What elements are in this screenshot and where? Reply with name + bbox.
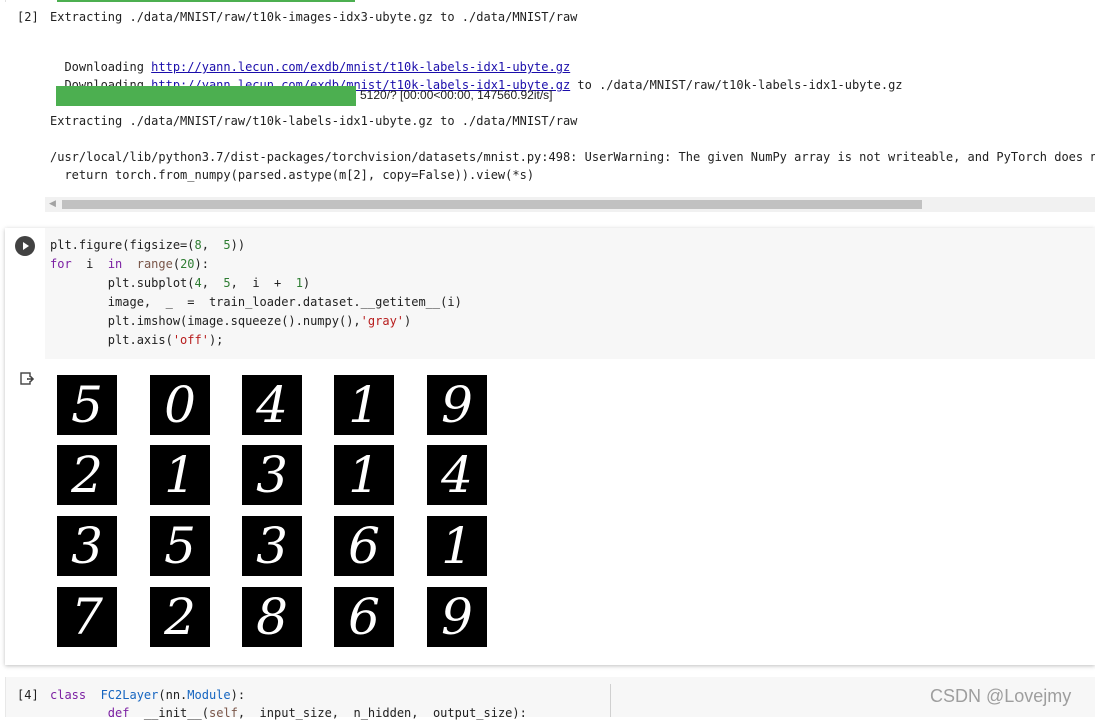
digit-image: 4 [427,445,487,505]
digit-label: 9 [441,588,473,646]
cell-execution-count: [2] [17,10,39,24]
code-line: image, _ = train_loader.dataset.__getite… [50,295,462,309]
chevron-left-icon[interactable]: ◀ [49,199,59,210]
digit-image: 1 [427,516,487,576]
digit-image: 2 [150,587,210,647]
digit-label: 4 [441,446,473,504]
digit-label: 1 [164,446,196,504]
digit-image: 1 [334,375,394,435]
digit-image: 8 [242,587,302,647]
digit-image: 5 [57,375,117,435]
digit-label: 3 [256,446,288,504]
digit-label: 2 [164,588,196,646]
digit-label: 1 [441,517,473,575]
digit-image: 3 [57,516,117,576]
cell-execution-count: [4] [17,688,39,702]
code-line: for i in range(20): [50,257,209,271]
digit-label: 1 [348,376,380,434]
digit-label: 3 [71,517,103,575]
output-line: Extracting ./data/MNIST/raw/t10k-images-… [50,10,578,24]
cell-divider [610,684,611,717]
digit-image: 7 [57,587,117,647]
progress-bar-track [56,86,356,106]
digit-label: 5 [71,376,103,434]
code-line: plt.axis('off'); [50,333,224,347]
output-icon[interactable] [19,371,35,387]
code-line: plt.subplot(4, 5, i + 1) [50,276,311,290]
output-line: Extracting ./data/MNIST/raw/t10k-labels-… [50,114,578,128]
digit-image: 6 [334,587,394,647]
progress-bar-fill [56,86,356,106]
run-cell-button[interactable] [15,236,35,256]
digit-image: 9 [427,587,487,647]
digit-image: 4 [242,375,302,435]
code-line: class FC2Layer(nn.Module): [50,688,246,702]
digit-label: 2 [71,446,103,504]
code-line: plt.imshow(image.squeeze().numpy(),'gray… [50,314,412,328]
digit-label: 5 [164,517,196,575]
digit-image: 3 [242,445,302,505]
digit-image: 1 [150,445,210,505]
digit-image: 0 [150,375,210,435]
code-line: plt.figure(figsize=(8, 5)) [50,238,246,252]
digit-label: 8 [256,588,288,646]
digit-label: 9 [441,376,473,434]
warning-line: /usr/local/lib/python3.7/dist-packages/t… [50,150,1095,164]
digit-image: 5 [150,516,210,576]
horizontal-scrollbar[interactable]: ◀ [45,197,1095,212]
digit-label: 3 [256,517,288,575]
watermark: CSDN @Lovejmy [930,686,1072,706]
digit-image: 6 [334,516,394,576]
download-destination: to ./data/MNIST/raw/t10k-labels-idx1-uby… [570,78,903,92]
cell-border-top [5,0,1095,2]
scrollbar-thumb[interactable] [62,200,922,209]
digit-label: 1 [348,446,380,504]
digit-image: 9 [427,375,487,435]
digit-image: 3 [242,516,302,576]
digit-image: 1 [334,445,394,505]
digit-label: 0 [164,376,196,434]
progress-text: 5120/? [00:00<00:00, 147560.92it/s] [360,88,553,102]
code-line: def __init__(self, input_size, n_hidden,… [107,706,527,720]
play-icon [23,242,29,250]
digit-label: 4 [256,376,288,434]
warning-line: return torch.from_numpy(parsed.astype(m[… [50,168,535,182]
digit-label: 6 [348,517,380,575]
digit-label: 6 [348,588,380,646]
digit-label: 7 [71,588,103,646]
digit-image: 2 [57,445,117,505]
